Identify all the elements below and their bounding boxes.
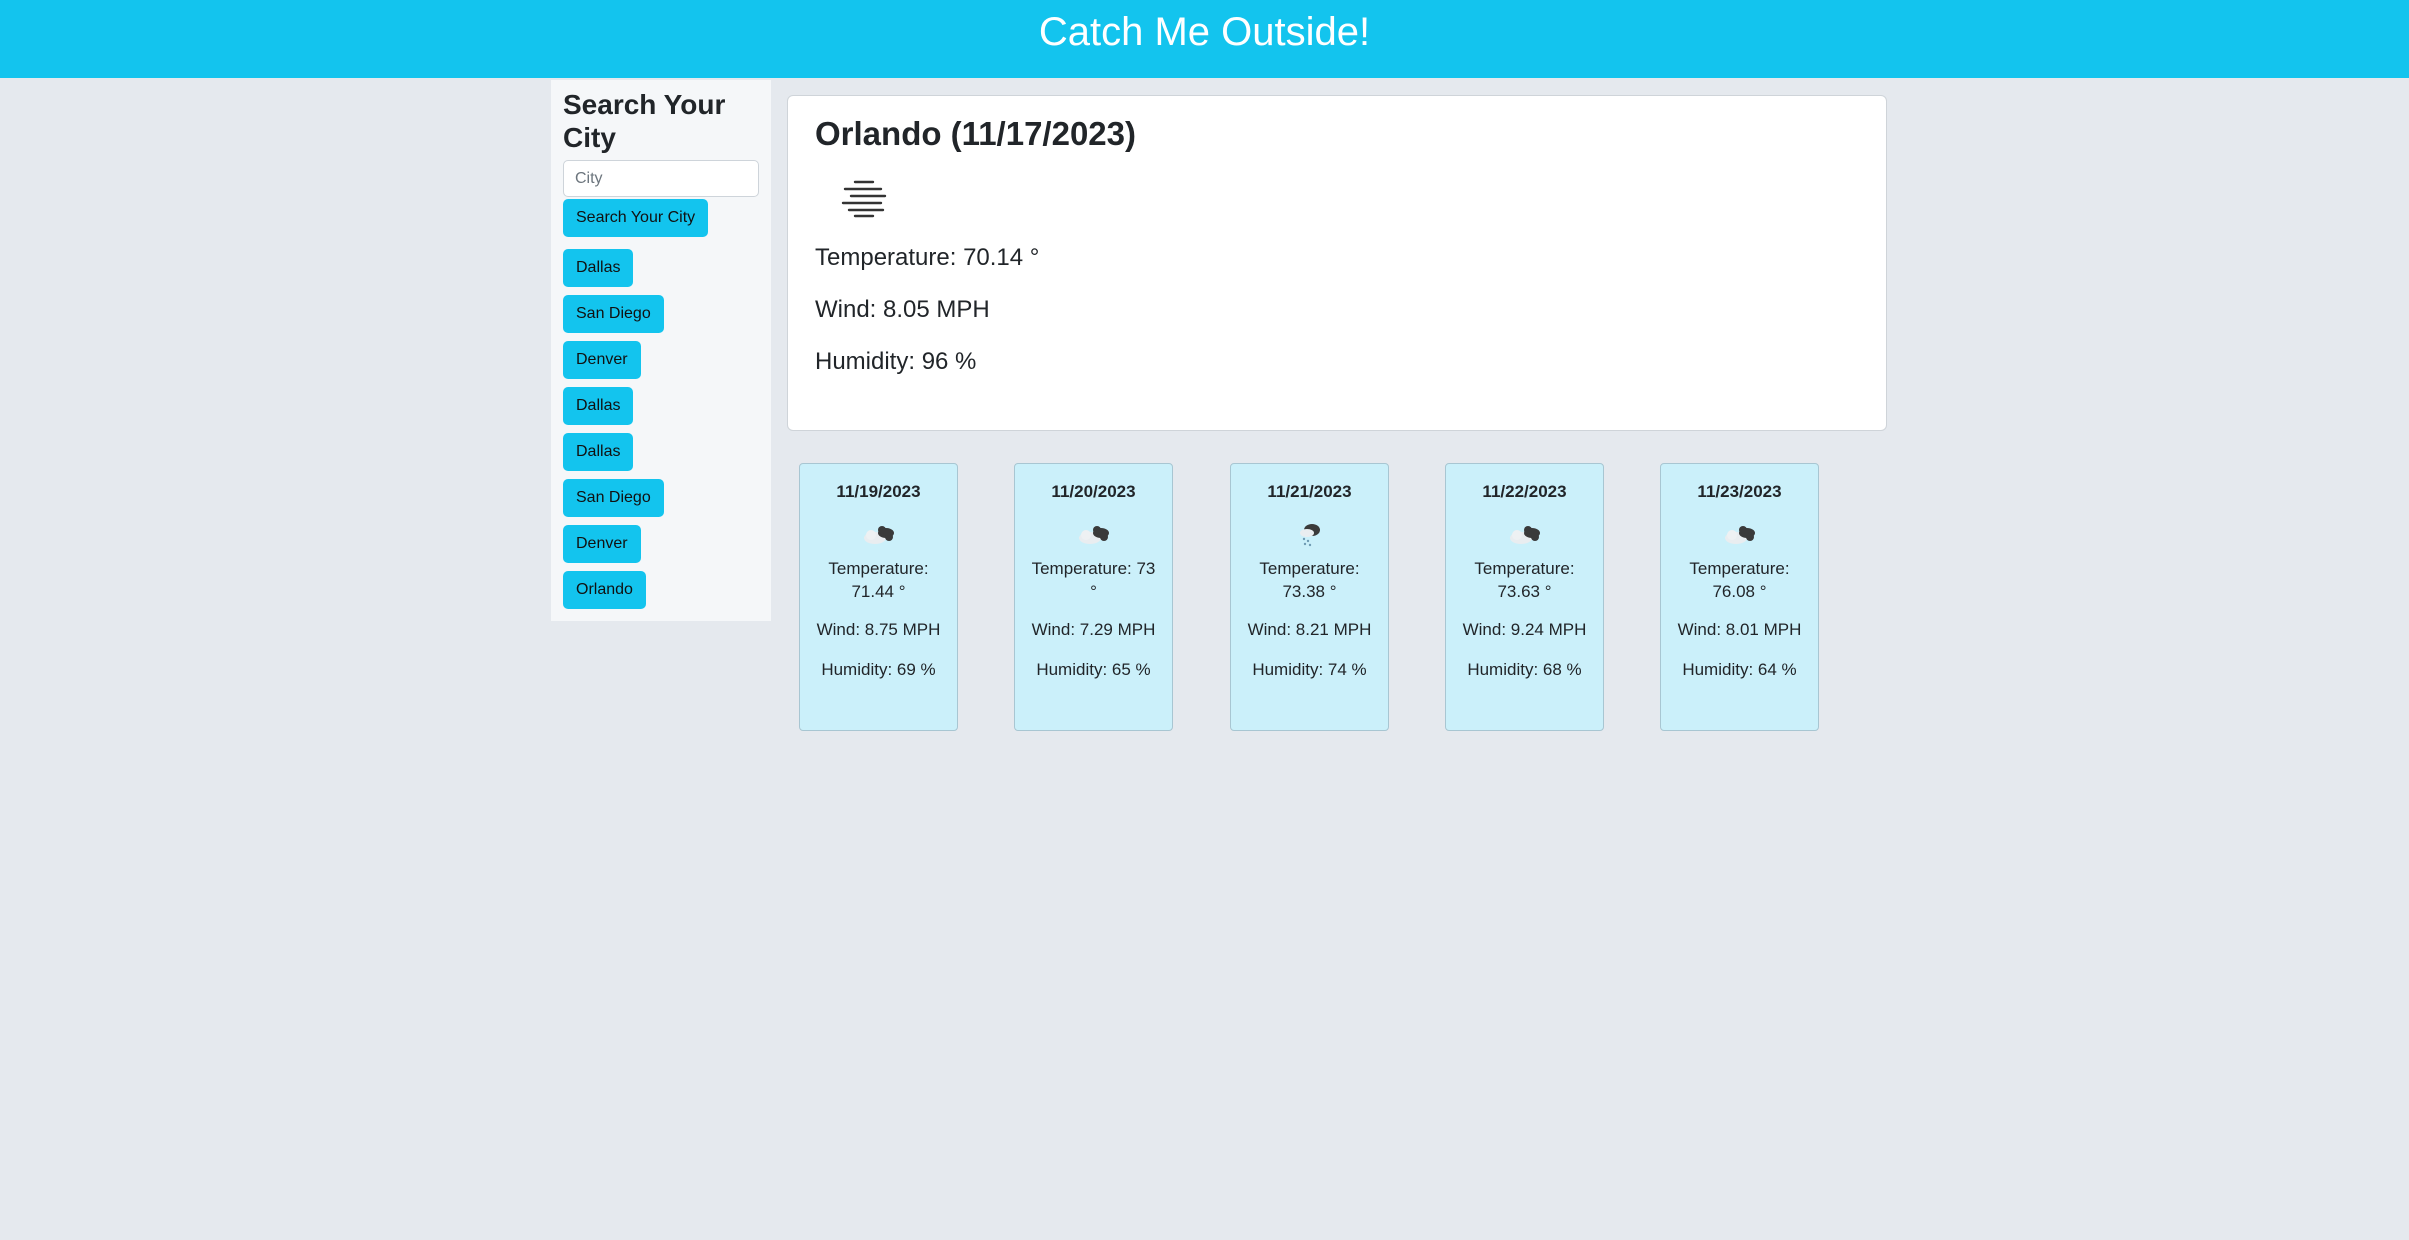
history-city-button[interactable]: Dallas	[563, 433, 634, 471]
search-button[interactable]: Search Your City	[563, 199, 709, 237]
app-title: Catch Me Outside!	[1038, 10, 1371, 54]
broken-clouds-icon	[1446, 519, 1603, 547]
broken-clouds-icon	[1015, 519, 1172, 547]
forecast-humidity: Humidity: 64 %	[1682, 660, 1797, 679]
forecast-date: 11/23/2023	[1697, 482, 1782, 501]
history-city-button[interactable]: San Diego	[563, 479, 664, 517]
forecast-card: 11/21/2023 Temperature: 73.38 ° Wind: 8.…	[1230, 463, 1389, 731]
broken-clouds-icon	[800, 519, 957, 547]
search-sidebar: Search Your City Search Your City Dallas…	[551, 80, 771, 621]
forecast-wind: Wind: 8.75 MPH	[816, 620, 941, 639]
forecast-temperature: Temperature: 71.44 °	[828, 559, 929, 601]
forecast-date: 11/22/2023	[1482, 482, 1567, 501]
current-city-title: Orlando (11/17/2023)	[815, 115, 1136, 152]
app-header: Catch Me Outside!	[0, 0, 2409, 78]
history-city-button[interactable]: Denver	[563, 525, 641, 563]
forecast-card: 11/19/2023 Temperature: 71.44 ° Wind: 8.…	[799, 463, 958, 731]
current-wind: Wind: 8.05 MPH	[815, 296, 990, 323]
forecast-date: 11/19/2023	[836, 482, 921, 501]
current-humidity: Humidity: 96 %	[815, 348, 977, 375]
search-heading: Search Your City	[563, 89, 726, 153]
history-city-button[interactable]: Orlando	[563, 571, 646, 609]
forecast-date: 11/20/2023	[1051, 482, 1136, 501]
search-history-list: Dallas San Diego Denver Dallas Dallas Sa…	[563, 249, 759, 609]
forecast-temperature: Temperature: 73.38 °	[1259, 559, 1360, 601]
history-city-button[interactable]: Dallas	[563, 249, 634, 287]
forecast-temperature: Temperature: 73.63 °	[1474, 559, 1575, 601]
forecast-humidity: Humidity: 65 %	[1036, 660, 1151, 679]
forecast-card: 11/20/2023 Temperature: 73 ° Wind: 7.29 …	[1014, 463, 1173, 731]
current-temperature: Temperature: 70.14 °	[815, 244, 1040, 271]
city-search-input[interactable]	[563, 160, 759, 197]
mist-icon	[837, 178, 893, 218]
history-city-button[interactable]: San Diego	[563, 295, 664, 333]
forecast-humidity: Humidity: 74 %	[1252, 660, 1367, 679]
forecast-wind: Wind: 7.29 MPH	[1031, 620, 1156, 639]
current-weather-card: Orlando (11/17/2023) Temperature: 70.14 …	[787, 95, 1887, 431]
forecast-humidity: Humidity: 68 %	[1467, 660, 1582, 679]
broken-clouds-icon	[1661, 519, 1818, 547]
history-city-button[interactable]: Dallas	[563, 387, 634, 425]
forecast-card: 11/22/2023 Temperature: 73.63 ° Wind: 9.…	[1445, 463, 1604, 731]
history-city-button[interactable]: Denver	[563, 341, 641, 379]
forecast-wind: Wind: 9.24 MPH	[1462, 620, 1587, 639]
forecast-date: 11/21/2023	[1267, 482, 1352, 501]
rain-icon	[1231, 519, 1388, 547]
forecast-wind: Wind: 8.01 MPH	[1677, 620, 1802, 639]
forecast-card: 11/23/2023 Temperature: 76.08 ° Wind: 8.…	[1660, 463, 1819, 731]
forecast-humidity: Humidity: 69 %	[821, 660, 936, 679]
forecast-temperature: Temperature: 73 °	[1031, 559, 1156, 601]
forecast-temperature: Temperature: 76.08 °	[1689, 559, 1790, 601]
forecast-wind: Wind: 8.21 MPH	[1247, 620, 1372, 639]
